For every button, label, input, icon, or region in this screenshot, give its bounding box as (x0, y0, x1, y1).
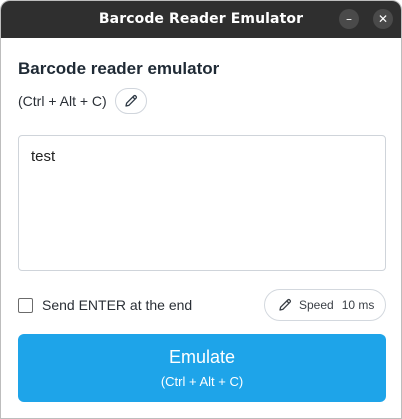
page-title: Barcode reader emulator (18, 59, 220, 78)
app-window: Barcode Reader Emulator – ✕ Barcode read… (0, 0, 402, 419)
pencil-icon (279, 298, 292, 311)
pencil-icon (125, 94, 137, 107)
shortcut-row: (Ctrl + Alt + C) (18, 88, 147, 114)
speed-value: 10 ms (341, 298, 375, 312)
title-bar[interactable]: Barcode Reader Emulator – ✕ (1, 1, 401, 38)
barcode-text-input[interactable]: test (18, 135, 386, 271)
minimize-button[interactable]: – (339, 9, 359, 29)
send-enter-label[interactable]: Send ENTER at the end (42, 297, 192, 313)
emulate-label: Emulate (168, 347, 236, 367)
send-enter-option[interactable]: Send ENTER at the end (18, 297, 192, 313)
speed-button[interactable]: Speed 10 ms (264, 289, 386, 321)
edit-shortcut-button[interactable] (114, 88, 147, 114)
emulate-shortcut: (Ctrl + Alt + C) (160, 374, 244, 389)
shortcut-label: (Ctrl + Alt + C) (18, 93, 107, 109)
close-button[interactable]: ✕ (373, 9, 393, 29)
speed-label: Speed (299, 298, 334, 312)
emulate-button[interactable]: Emulate (Ctrl + Alt + C) (18, 334, 386, 402)
send-enter-checkbox[interactable] (18, 297, 33, 313)
